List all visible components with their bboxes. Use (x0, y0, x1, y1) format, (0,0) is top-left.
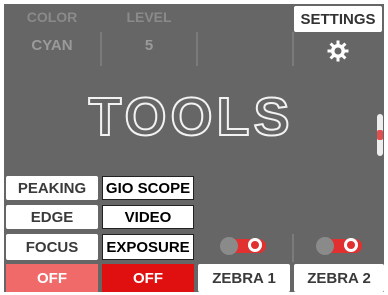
toggle-knob (220, 237, 238, 255)
screen: COLOR CYAN LEVEL 5 SETTINGS TOOLS PEAKIN… (0, 0, 388, 295)
video-button[interactable]: VIDEO (102, 205, 194, 229)
level-label: LEVEL (126, 9, 172, 25)
scrollbar-thumb[interactable] (377, 130, 383, 140)
zebra-1-toggle[interactable] (218, 236, 270, 256)
zebra-2-button[interactable]: ZEBRA 2 (294, 264, 384, 292)
toggle-indicator (344, 238, 358, 252)
tools-panel: COLOR CYAN LEVEL 5 SETTINGS TOOLS PEAKIN… (4, 4, 384, 292)
settings-button[interactable]: SETTINGS (294, 6, 382, 32)
exposure-off-button[interactable]: OFF (102, 264, 194, 292)
edge-button[interactable]: EDGE (6, 205, 98, 229)
zebra-1-button[interactable]: ZEBRA 1 (198, 264, 290, 292)
scrollbar[interactable] (377, 114, 383, 156)
focus-button[interactable]: FOCUS (6, 234, 98, 260)
color-label: COLOR (26, 9, 78, 25)
toggle-indicator (248, 238, 262, 252)
zebra-divider (292, 234, 294, 262)
tools-title: TOOLS (66, 86, 316, 148)
exposure-button[interactable]: EXPOSURE (102, 234, 194, 260)
zebra-2-toggle[interactable] (314, 236, 366, 256)
color-value[interactable]: CYAN (10, 34, 94, 56)
focus-off-button[interactable]: OFF (6, 264, 98, 292)
gio-scope-button[interactable]: GIO SCOPE (102, 176, 194, 200)
level-value[interactable]: 5 (102, 34, 196, 56)
peaking-button[interactable]: PEAKING (6, 176, 98, 200)
tools-title-text: TOOLS (88, 87, 293, 146)
header-divider (196, 32, 198, 66)
toggle-knob (316, 237, 334, 255)
header-divider (292, 32, 294, 66)
gear-icon[interactable] (326, 39, 350, 63)
